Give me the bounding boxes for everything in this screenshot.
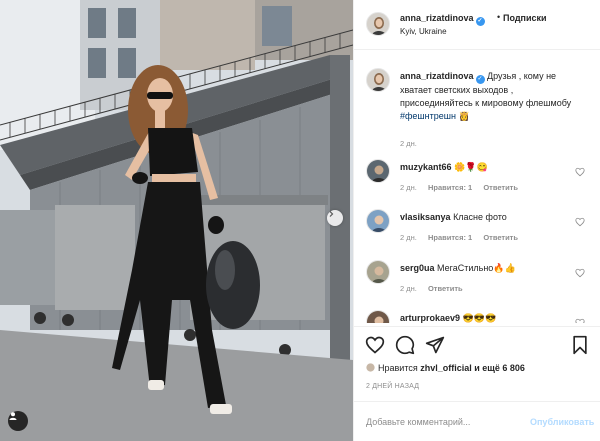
comment-text: arturprokaev9 😎😎😎 xyxy=(400,312,580,323)
author-username-text[interactable]: anna_rizatdinova xyxy=(400,13,474,23)
reply-button[interactable]: Ответить xyxy=(483,233,518,242)
post-time-ago[interactable]: 2 ДНЕЙ НАЗАД xyxy=(366,383,419,390)
comment-avatar[interactable] xyxy=(366,159,390,183)
comment-likes[interactable]: Нравится: 1 xyxy=(428,183,472,192)
comment-body: МегаСтильно🔥👍 xyxy=(437,263,516,273)
follow-button[interactable]: Подписки xyxy=(503,13,547,23)
heart-icon[interactable] xyxy=(365,335,385,355)
avatar-image xyxy=(367,311,389,323)
user-tag-button[interactable] xyxy=(8,411,28,431)
caption-meta: 2 дн. xyxy=(400,139,426,148)
reply-button[interactable]: Ответить xyxy=(483,183,518,192)
author-username[interactable]: anna_rizatdinova ✓ xyxy=(400,13,485,26)
verified-icon: ✓ xyxy=(475,75,485,84)
chevron-right-icon xyxy=(329,211,334,217)
add-comment-bar: Опубликовать xyxy=(354,401,600,441)
comment-time[interactable]: 2 дн. xyxy=(400,233,417,242)
comment-input[interactable] xyxy=(366,414,516,430)
post-location[interactable]: Kyiv, Ukraine xyxy=(400,27,447,36)
comment-body: 😎😎😎 xyxy=(462,313,497,323)
caption-username[interactable]: anna_rizatdinova xyxy=(400,71,474,81)
comment-item: muzykant66 🌼🌹😋 2 дн. Нравится: 1 Ответит… xyxy=(354,159,600,199)
comment-time[interactable]: 2 дн. xyxy=(400,284,417,293)
comment-time[interactable]: 2 дн. xyxy=(400,183,417,192)
comment-item: arturprokaev9 😎😎😎 xyxy=(354,310,600,323)
comment-text: serg0ua МегаСтильно🔥👍 xyxy=(400,262,580,275)
user-tag-icon xyxy=(9,412,17,420)
action-bar xyxy=(354,326,600,366)
header-separator: • xyxy=(497,12,501,22)
caption-avatar[interactable] xyxy=(366,68,390,92)
comment-item: vlasiksanya Класне фото 2 дн. Нравится: … xyxy=(354,209,600,249)
comment-icon[interactable] xyxy=(395,335,415,355)
comment-like-heart-icon[interactable] xyxy=(575,217,585,227)
comment-username[interactable]: serg0ua xyxy=(400,263,435,273)
comment-body: 🌼🌹😋 xyxy=(454,162,488,172)
avatar-image xyxy=(367,210,389,232)
bookmark-icon[interactable] xyxy=(570,335,590,355)
likes-prefix: Нравится xyxy=(378,363,418,373)
likes-summary[interactable]: Нравится zhvl_official и ещё 6 806 xyxy=(366,363,525,373)
likes-others[interactable]: и ещё 6 806 xyxy=(474,363,525,373)
caption: anna_rizatdinova ✓ Друзья , кому не хвата… xyxy=(354,68,600,148)
author-avatar[interactable] xyxy=(366,12,390,36)
avatar-image xyxy=(367,13,389,35)
comment-avatar[interactable] xyxy=(366,260,390,284)
share-icon[interactable] xyxy=(425,335,445,355)
comment-like-heart-icon[interactable] xyxy=(575,268,585,278)
publish-button[interactable]: Опубликовать xyxy=(530,417,594,427)
likes-user[interactable]: zhvl_official xyxy=(420,363,472,373)
caption-time[interactable]: 2 дн. xyxy=(400,139,417,148)
comment-text: muzykant66 🌼🌹😋 xyxy=(400,161,580,174)
comment-likes[interactable]: Нравится: 1 xyxy=(428,233,472,242)
comment-text: vlasiksanya Класне фото xyxy=(400,211,580,224)
likes-avatar-icon xyxy=(366,363,375,372)
comment-meta: 2 дн. Нравится: 1 Ответить xyxy=(400,183,527,192)
caption-text: anna_rizatdinova ✓ Друзья , кому не хвата… xyxy=(400,70,580,123)
post-photo[interactable] xyxy=(0,0,353,441)
comment-avatar[interactable] xyxy=(366,209,390,233)
caption-hashtag[interactable]: #фешнтрешн xyxy=(400,111,456,121)
avatar-image xyxy=(367,261,389,283)
reply-button[interactable]: Ответить xyxy=(428,284,463,293)
comment-username[interactable]: arturprokaev9 xyxy=(400,313,460,323)
comment-username[interactable]: muzykant66 xyxy=(400,162,452,172)
comment-meta: 2 дн. Ответить xyxy=(400,284,472,293)
next-photo-button[interactable] xyxy=(327,210,343,226)
comment-username[interactable]: vlasiksanya xyxy=(400,212,451,222)
comment-avatar[interactable] xyxy=(366,310,390,323)
comments-list[interactable]: anna_rizatdinova ✓ Друзья , кому не хвата… xyxy=(354,58,600,323)
post-header: anna_rizatdinova ✓ • Подписки Kyiv, Ukrai… xyxy=(354,0,600,50)
comment-item: serg0ua МегаСтильно🔥👍 2 дн. Ответить xyxy=(354,260,600,300)
verified-icon: ✓ xyxy=(475,17,485,26)
comment-like-heart-icon[interactable] xyxy=(575,318,585,323)
avatar-image xyxy=(367,160,389,182)
avatar-image xyxy=(367,69,389,91)
caption-emoji: 👸 xyxy=(458,111,470,121)
comment-like-heart-icon[interactable] xyxy=(575,167,585,177)
post-side-panel: anna_rizatdinova ✓ • Подписки Kyiv, Ukrai… xyxy=(353,0,600,441)
comment-body: Класне фото xyxy=(453,212,507,222)
comment-meta: 2 дн. Нравится: 1 Ответить xyxy=(400,233,527,242)
photo-illustration xyxy=(0,0,353,441)
